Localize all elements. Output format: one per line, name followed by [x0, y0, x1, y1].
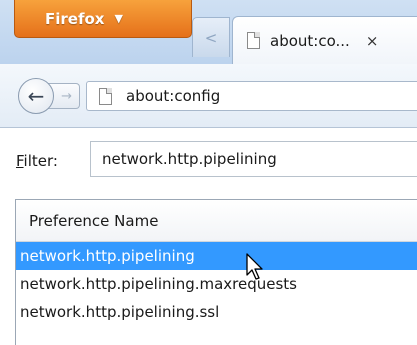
filter-label: Filter:: [16, 152, 58, 170]
filter-input[interactable]: [90, 141, 417, 177]
table-row[interactable]: network.http.pipelining: [16, 242, 417, 270]
filter-label-accesskey: F: [16, 152, 24, 170]
mouse-pointer-icon: [246, 253, 263, 280]
back-arrow-icon: ←: [27, 84, 45, 108]
site-page-icon: [99, 87, 112, 105]
dropdown-arrow-icon: ▼: [114, 12, 123, 25]
column-header-preference-name[interactable]: Preference Name: [16, 200, 417, 242]
url-bar[interactable]: about:config: [86, 81, 417, 111]
page-icon: [247, 32, 260, 49]
tab-scroll-left-button[interactable]: <: [192, 17, 230, 57]
filter-label-text: ilter:: [23, 152, 58, 170]
url-text: about:config: [126, 87, 221, 105]
title-bar: Firefox ▼ < about:co... ×: [0, 0, 417, 64]
tab-about-config[interactable]: about:co... ×: [232, 16, 417, 64]
chevron-left-icon: <: [204, 28, 218, 47]
close-tab-icon[interactable]: ×: [366, 32, 379, 50]
column-header-label: Preference Name: [29, 211, 159, 230]
tab-title: about:co...: [270, 31, 350, 50]
table-row[interactable]: network.http.pipelining.ssl: [16, 298, 417, 326]
navigation-toolbar: → ← about:config: [0, 64, 417, 128]
preference-name: network.http.pipelining: [20, 247, 195, 265]
forward-arrow-icon: →: [61, 88, 72, 104]
firefox-menu-label: Firefox: [45, 9, 105, 28]
table-row[interactable]: network.http.pipelining.maxrequests: [16, 270, 417, 298]
back-button[interactable]: ←: [18, 78, 54, 114]
preference-name: network.http.pipelining.ssl: [20, 303, 220, 321]
preference-table: Preference Name network.http.pipelining …: [15, 199, 417, 345]
firefox-menu-button[interactable]: Firefox ▼: [14, 0, 192, 38]
